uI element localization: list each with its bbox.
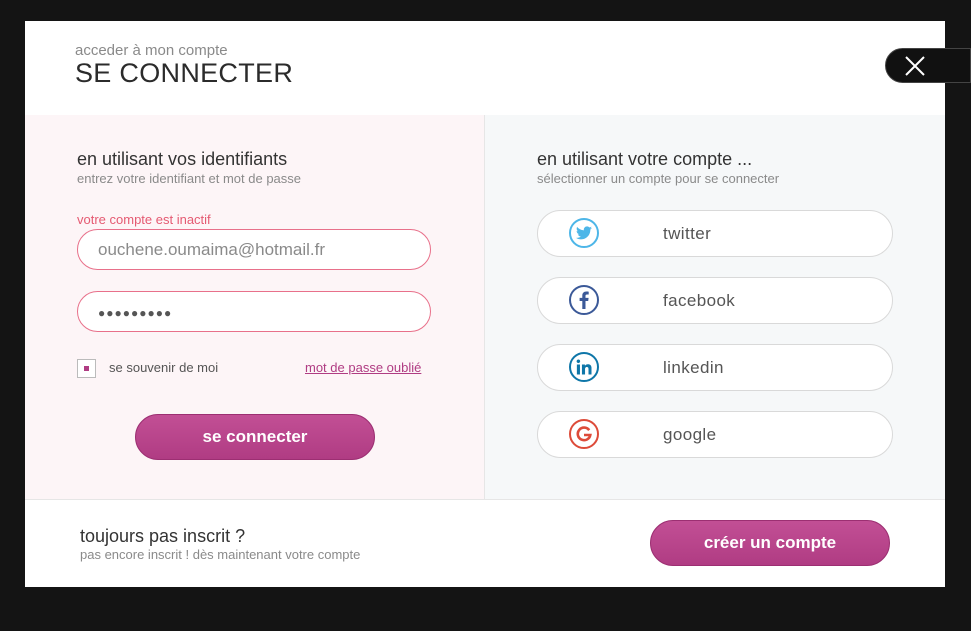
email-field[interactable] bbox=[77, 229, 431, 270]
social-subtitle: sélectionner un compte pour se connecter bbox=[537, 171, 780, 186]
signup-title: toujours pas inscrit ? bbox=[80, 526, 246, 546]
signup-subtitle: pas encore inscrit ! dès maintenant votr… bbox=[80, 547, 361, 562]
linkedin-icon bbox=[569, 352, 599, 382]
error-message: votre compte est inactif bbox=[77, 212, 211, 227]
twitter-label: twitter bbox=[663, 224, 712, 243]
close-button[interactable] bbox=[885, 48, 971, 83]
password-field[interactable]: ●●●●●●●●● bbox=[77, 291, 431, 332]
modal-subtitle: acceder à mon compte bbox=[75, 42, 228, 59]
credentials-panel: en utilisant vos identifiants entrez vot… bbox=[25, 115, 485, 499]
credentials-title: en utilisant vos identifiants bbox=[77, 149, 288, 169]
modal-header: acceder à mon compte SE CONNECTER bbox=[25, 21, 945, 116]
close-icon bbox=[905, 56, 925, 76]
login-button[interactable]: se connecter bbox=[135, 414, 375, 460]
login-modal: acceder à mon compte SE CONNECTER en uti… bbox=[25, 21, 945, 587]
google-icon bbox=[569, 419, 599, 449]
remember-me-label: se souvenir de moi bbox=[109, 360, 219, 375]
twitter-icon bbox=[569, 218, 599, 248]
email-input[interactable] bbox=[78, 230, 430, 269]
linkedin-label: linkedin bbox=[663, 358, 724, 377]
forgot-password-link[interactable]: mot de passe oublié bbox=[305, 360, 421, 375]
google-label: google bbox=[663, 425, 717, 444]
password-mask: ●●●●●●●●● bbox=[98, 306, 173, 320]
twitter-login-button[interactable]: twitter bbox=[537, 210, 893, 257]
remember-me-checkbox[interactable] bbox=[77, 359, 96, 378]
credentials-subtitle: entrez votre identifiant et mot de passe bbox=[77, 171, 302, 186]
create-account-button[interactable]: créer un compte bbox=[650, 520, 890, 566]
social-panel: en utilisant votre compte ... sélectionn… bbox=[485, 115, 945, 499]
social-title: en utilisant votre compte ... bbox=[537, 149, 753, 169]
modal-title: SE CONNECTER bbox=[75, 58, 294, 88]
signup-footer: toujours pas inscrit ? pas encore inscri… bbox=[25, 499, 945, 587]
checkbox-check-icon bbox=[84, 366, 89, 371]
facebook-label: facebook bbox=[663, 291, 736, 310]
linkedin-login-button[interactable]: linkedin bbox=[537, 344, 893, 391]
facebook-login-button[interactable]: facebook bbox=[537, 277, 893, 324]
facebook-icon bbox=[569, 285, 599, 315]
google-login-button[interactable]: google bbox=[537, 411, 893, 458]
